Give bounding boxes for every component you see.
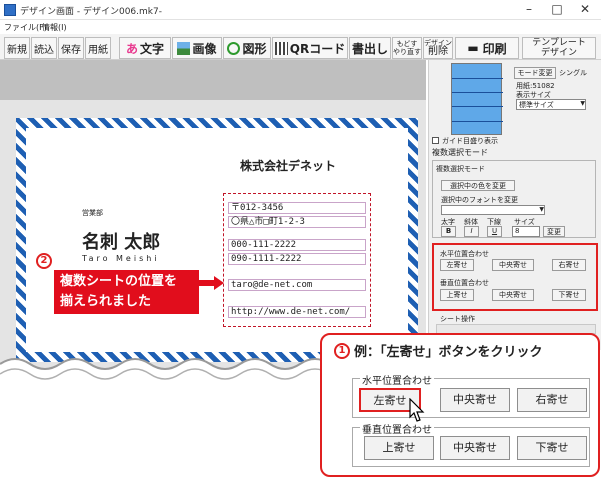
undo-button[interactable]: もどす やり直す (392, 37, 422, 59)
field-url[interactable]: http://www.de-net.com/ (228, 306, 366, 318)
template-design-button[interactable]: テンプレート デザイン (522, 37, 596, 59)
text-icon: あ (125, 41, 138, 56)
arrow-icon (196, 276, 224, 290)
company-name[interactable]: 株式会社デネット (240, 157, 336, 174)
field-postal[interactable]: 〒012-3456 (228, 202, 366, 214)
display-size-select[interactable]: 標準サイズ ▼ (516, 99, 586, 110)
window-title: デザイン画面 - デザイン006.mk7- (20, 7, 162, 17)
font-select[interactable]: ▼ (441, 205, 545, 215)
ruler-strip (0, 60, 426, 100)
multi-mode-label: 複数選択モード (436, 165, 485, 173)
change-color-button[interactable]: 選択中の色を変更 (441, 180, 515, 191)
align-vcenter-button[interactable]: 中央寄せ (492, 289, 534, 301)
field-mobile[interactable]: 090-1111-2222 (228, 253, 366, 265)
underline-button[interactable]: U (487, 226, 502, 237)
department[interactable]: 営業部 (82, 208, 103, 218)
menu-info[interactable]: 情報(I) (42, 22, 67, 33)
sheet-thumbnails[interactable] (451, 63, 503, 135)
align-right-button[interactable]: 右寄せ (552, 259, 586, 271)
person-name-roman[interactable]: Taro Meishi (82, 254, 160, 263)
chevron-down-icon: ▼ (539, 206, 544, 213)
save-button[interactable]: 保存 (58, 37, 84, 59)
qr-button[interactable]: QRコード (272, 37, 348, 59)
app-icon (4, 4, 16, 16)
h-align-label: 水平位置合わせ (440, 250, 489, 258)
person-name[interactable]: 名刺 太郎 (82, 228, 160, 254)
text-button[interactable]: あ文字 (119, 37, 171, 59)
step1-badge: 1 (334, 343, 350, 359)
field-address[interactable]: 〇県△市□町1-2-3 (228, 216, 366, 228)
paper-button[interactable]: 用紙 (85, 37, 111, 59)
chevron-down-icon: ▼ (580, 100, 585, 107)
step2-badge: 2 (36, 253, 52, 269)
callout-align-right-button[interactable]: 右寄せ (517, 388, 587, 412)
image-button[interactable]: 画像 (172, 37, 222, 59)
v-align-label: 垂直位置合わせ (440, 279, 489, 287)
qr-icon (274, 41, 288, 55)
callout-align-bottom-button[interactable]: 下寄せ (517, 436, 587, 460)
field-phone[interactable]: 000-111-2222 (228, 239, 366, 251)
menu-bar: ファイル(F) 情報(I) (0, 20, 601, 34)
italic-button[interactable]: I (464, 226, 479, 237)
align-center-button[interactable]: 中央寄せ (492, 259, 534, 271)
guide-label: ガイド目盛り表示 (442, 137, 498, 145)
step2-message: 複数シートの位置を 揃えられました (54, 270, 199, 314)
menu-file[interactable]: ファイル(F) (4, 22, 47, 33)
callout-h-label: 水平位置合わせ (360, 372, 434, 387)
single-label: シングル (559, 69, 587, 77)
image-icon (177, 41, 191, 55)
bold-button[interactable]: B (441, 226, 456, 237)
export-button[interactable]: 書出し (349, 37, 391, 59)
cursor-icon (409, 398, 425, 422)
sheet-ops-label: シート操作 (440, 315, 475, 323)
guide-checkbox[interactable] (432, 137, 439, 144)
field-email[interactable]: taro@de-net.com (228, 279, 366, 291)
close-button[interactable]: ✕ (568, 1, 601, 18)
toolbar: 新規 読込 保存 用紙 あ文字 画像 図形 QRコード 書出し もどす やり直す … (0, 34, 601, 60)
callout-align-center-button[interactable]: 中央寄せ (440, 388, 510, 412)
change-font-label: 選択中のフォントを変更 (441, 196, 518, 204)
mode-change-button[interactable]: モード変更 (514, 67, 556, 79)
load-button[interactable]: 読込 (31, 37, 57, 59)
callout-align-vcenter-button[interactable]: 中央寄せ (440, 436, 510, 460)
new-button[interactable]: 新規 (4, 37, 30, 59)
multi-mode-tab[interactable]: 複数選択モード (432, 147, 488, 158)
printer-icon: ▬ (467, 41, 479, 55)
shape-button[interactable]: 図形 (223, 37, 271, 59)
align-left-button[interactable]: 左寄せ (440, 259, 474, 271)
circle-icon (227, 41, 241, 55)
callout-align-top-button[interactable]: 上寄せ (364, 436, 434, 460)
size-input[interactable]: 8 (512, 226, 540, 237)
step1-instruction: 例：「左寄せ」ボタンをクリック (354, 345, 543, 360)
delete-design-button[interactable]: デザイン 削除 (423, 37, 453, 59)
size-apply-button[interactable]: 変更 (543, 226, 565, 237)
align-top-button[interactable]: 上寄せ (440, 289, 474, 301)
title-bar: デザイン画面 - デザイン006.mk7- – □ ✕ (0, 0, 601, 20)
align-bottom-button[interactable]: 下寄せ (552, 289, 586, 301)
print-button[interactable]: ▬ 印刷 (455, 37, 519, 59)
